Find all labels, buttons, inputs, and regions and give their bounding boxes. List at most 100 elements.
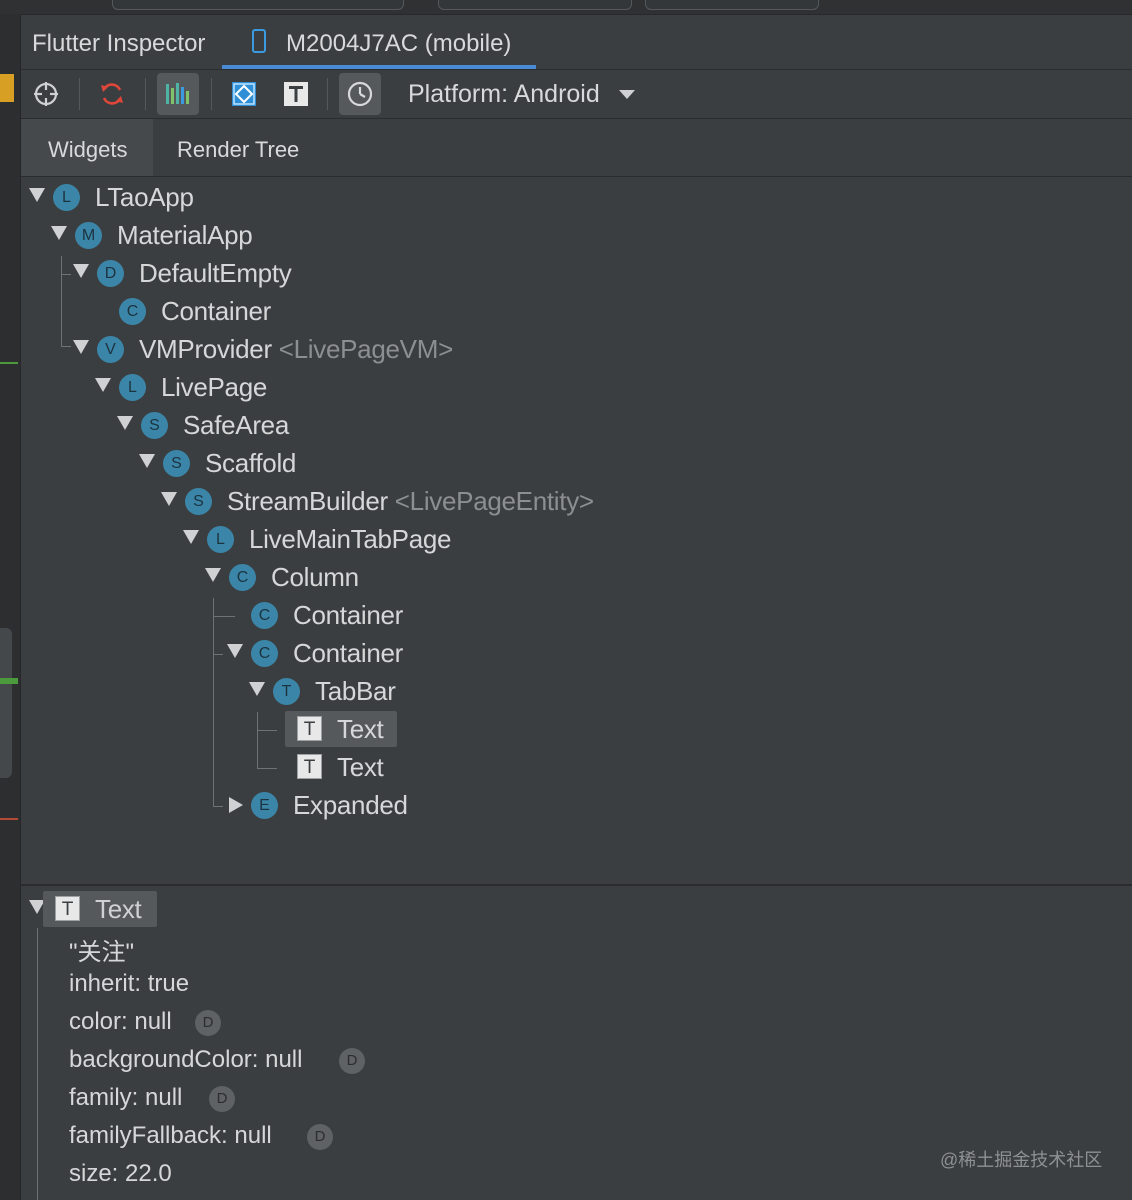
property-value[interactable]: "关注" [69,932,134,967]
text-baseline-icon [284,82,308,106]
property-text: size: 22.0 [69,1160,172,1187]
tab-render-tree[interactable]: Render Tree [161,119,321,176]
tree-guide-line [213,598,214,806]
debug-paint-button[interactable] [223,73,265,115]
toolbar-separator [327,78,328,110]
property-text: backgroundColor: null [69,1046,303,1073]
widget-name: Container [161,296,272,326]
widget-generic-type: <LivePageEntity> [394,486,594,516]
property-row[interactable]: size: 22.0 [69,1160,172,1188]
slow-animations-button[interactable] [339,73,381,115]
collapse-triangle-icon[interactable] [249,682,265,696]
debug-paint-icon [232,82,256,106]
collapse-triangle-icon[interactable] [95,378,111,392]
collapse-triangle-icon[interactable] [139,454,155,468]
watermark: @稀土掘金技术社区 [940,1150,1103,1170]
select-widget-mode-button[interactable] [25,73,67,115]
widget-name: LTaoApp [95,182,194,212]
widget-badge: C [251,640,278,667]
widget-name: Scaffold [205,448,297,478]
widget-name: Container [293,638,404,668]
phone-icon [252,29,266,53]
widget-badge: C [119,298,146,325]
tree-guide-line [213,654,223,655]
collapse-triangle-icon[interactable] [73,340,89,354]
gutter-marker [0,362,18,364]
top-strip [0,0,1132,15]
tool-window-header: Flutter Inspector M2004J7AC (mobile) [21,15,1132,70]
property-row[interactable]: color: null D [69,1008,221,1036]
left-gutter [0,14,21,1200]
active-tab-underline [222,65,536,69]
property-row[interactable]: backgroundColor: null D [69,1046,365,1074]
widget-badge: C [229,564,256,591]
default-value-badge: D [339,1048,365,1074]
tab-label: Render Tree [177,137,300,162]
property-row[interactable]: inherit: true [69,970,189,998]
refresh-icon [101,83,123,105]
collapse-triangle-icon[interactable] [29,188,45,202]
toolbar-separator [145,78,146,110]
collapse-triangle-icon[interactable] [73,264,89,278]
widget-name: DefaultEmpty [139,258,292,288]
widget-name: Column [271,562,359,592]
widget-badge: M [75,222,102,249]
widget-name: Text [337,714,384,744]
refresh-tree-button[interactable] [91,73,133,115]
widget-name: MaterialApp [117,220,253,250]
widget-name: SafeArea [183,410,290,440]
tree-guide-line [213,616,235,617]
tool-window-title: Flutter Inspector [32,30,206,57]
crosshair-icon [34,82,58,106]
widget-badge: S [185,488,212,515]
widget-name: LivePage [161,372,268,402]
tab-widgets[interactable]: Widgets [21,119,153,176]
details-header-name: Text [95,894,142,924]
property-text: inherit: true [69,970,190,997]
top-tab-ghost [645,0,819,10]
collapse-triangle-icon[interactable] [51,226,67,240]
widget-name: Container [293,600,404,630]
property-row[interactable]: familyFallback: null D [69,1122,333,1150]
top-tab-ghost [112,0,404,10]
property-row[interactable]: family: null D [69,1084,235,1112]
widget-badge: L [119,374,146,401]
gutter-scrollbar[interactable] [0,628,12,778]
tree-guide-line [61,346,71,347]
collapse-triangle-icon[interactable] [227,644,243,658]
gutter-marker [0,74,14,102]
chevron-down-icon[interactable] [619,90,635,99]
collapse-triangle-icon[interactable] [117,416,133,430]
widget-badge: V [97,336,124,363]
text-widget-icon: T [297,716,322,741]
top-tab-ghost [438,0,632,10]
tree-guide-line [257,730,277,731]
tab-label: Widgets [48,137,128,162]
widget-generic-type: <LivePageVM> [278,334,453,364]
expand-triangle-icon[interactable] [229,797,243,813]
text-baselines-button[interactable] [275,73,317,115]
gutter-marker [0,678,18,684]
text-widget-icon: T [297,754,322,779]
tree-guide-line [213,806,223,807]
tree-guide-line [37,928,38,1200]
tree-guide-line [61,256,62,346]
device-tab-label: M2004J7AC (mobile) [286,30,512,57]
platform-dropdown-label[interactable]: Platform: Android [408,80,600,109]
widget-name-text: VMProvider [139,334,272,364]
widget-badge: S [141,412,168,439]
widget-name: VMProvider <LivePageVM> [139,334,453,365]
performance-overlay-button[interactable] [157,73,199,115]
collapse-triangle-icon[interactable] [161,492,177,506]
inspector-toolbar: Platform: Android [21,70,1132,119]
slow-animations-icon [347,81,373,107]
collapse-triangle-icon[interactable] [205,568,221,582]
toolbar-separator [211,78,212,110]
collapse-triangle-icon[interactable] [183,530,199,544]
widget-badge: L [53,184,80,211]
performance-overlay-icon [166,83,189,104]
default-value-badge: D [307,1124,333,1150]
device-tab[interactable]: M2004J7AC (mobile) [222,15,536,69]
widget-name: Expanded [293,790,408,820]
toolbar-separator [79,78,80,110]
